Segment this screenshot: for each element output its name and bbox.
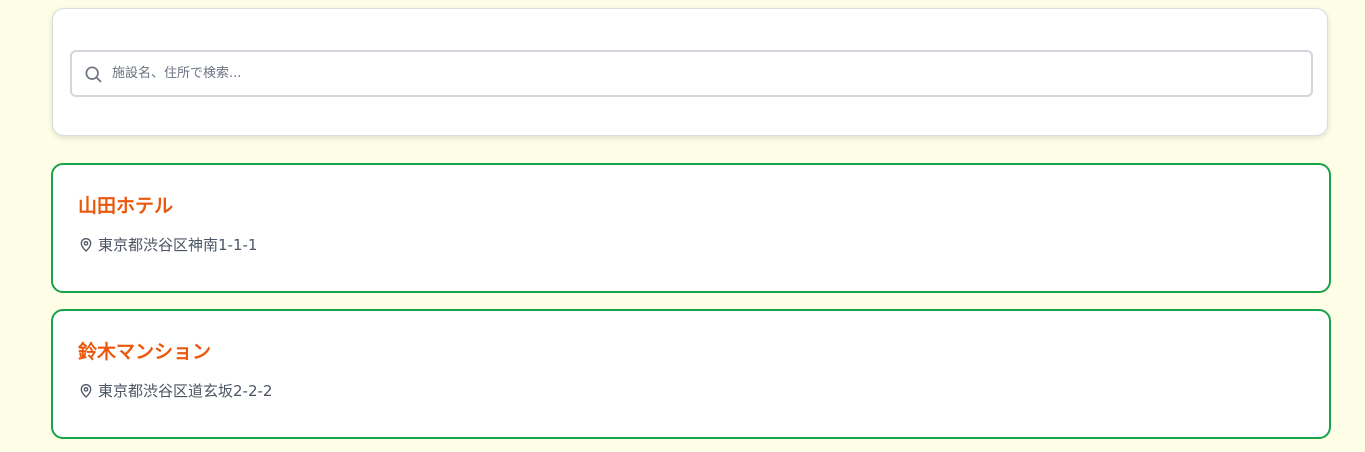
search-input[interactable] xyxy=(112,52,1302,95)
search-box[interactable] xyxy=(70,50,1313,97)
facility-address: 東京都渋谷区神南1-1-1 xyxy=(78,234,257,255)
facility-card[interactable]: 山田ホテル 東京都渋谷区神南1-1-1 xyxy=(51,163,1331,293)
map-pin-icon xyxy=(80,383,92,398)
search-panel xyxy=(52,8,1328,136)
facility-name: 鈴木マンション xyxy=(78,341,212,363)
facility-name: 山田ホテル xyxy=(78,195,174,217)
search-icon xyxy=(85,66,102,83)
facility-address-text: 東京都渋谷区道玄坂2-2-2 xyxy=(98,382,273,400)
facility-address: 東京都渋谷区道玄坂2-2-2 xyxy=(78,380,272,401)
facility-address-text: 東京都渋谷区神南1-1-1 xyxy=(98,236,258,254)
facility-card[interactable]: 鈴木マンション 東京都渋谷区道玄坂2-2-2 xyxy=(51,309,1331,439)
map-pin-icon xyxy=(80,237,92,252)
